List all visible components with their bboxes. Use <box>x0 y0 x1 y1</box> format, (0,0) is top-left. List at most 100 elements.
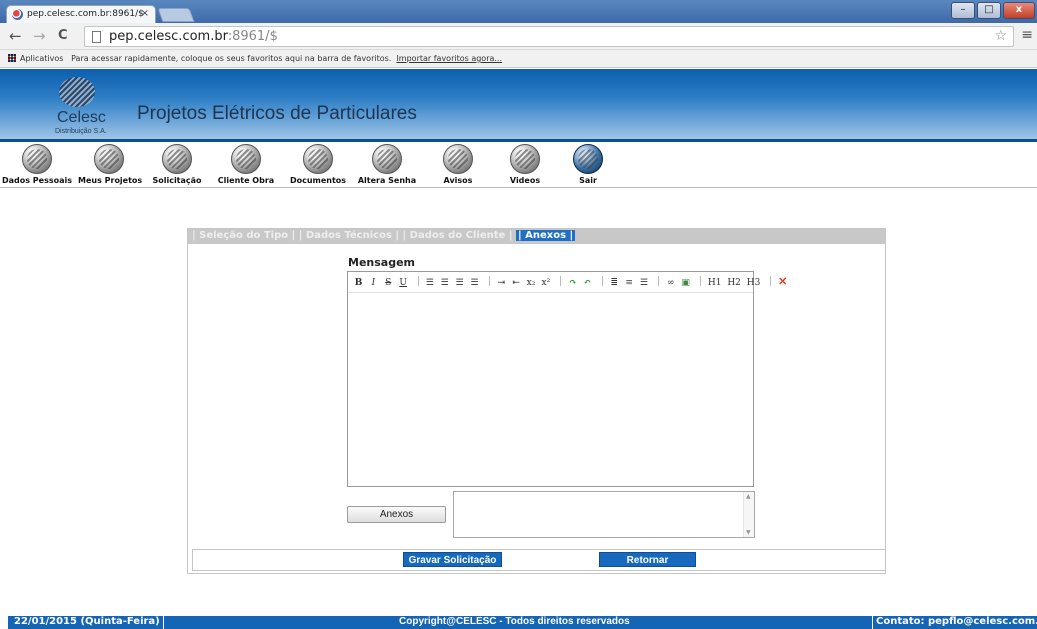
toolbar-separator <box>700 276 701 286</box>
form-actions: Gravar Solicitação Retornar <box>192 549 886 571</box>
minimize-button[interactable]: – <box>951 2 975 19</box>
editor-toolbar: B I S U ☰ ☰ ☰ ☰ ⇥ ⇤ x₂ x² ↷ ↶ ≣ ≡ ☰ ∞ ▣ … <box>348 272 787 293</box>
message-label: Mensagem <box>348 256 416 269</box>
remove-format-icon[interactable]: ✕ <box>778 275 787 288</box>
step-dados-cliente[interactable]: | Dados do Cliente | <box>403 230 513 241</box>
menu-item-altera-senha[interactable]: Altera Senha <box>355 144 419 185</box>
reload-icon[interactable]: C <box>58 28 68 44</box>
request-wizard: | Seleção do Tipo | | Dados Técnicos | |… <box>187 228 886 574</box>
heading-1-button[interactable]: H1 <box>708 278 722 288</box>
browser-titlebar: pep.celesc.com.br:8961/$ × – □ x <box>0 0 1037 23</box>
ordered-list-icon[interactable]: ≣ <box>610 278 619 288</box>
tab-title: pep.celesc.com.br:8961/$ <box>27 9 144 19</box>
site-title: Projetos Elétricos de Particulares <box>137 103 417 124</box>
step-selecao-tipo[interactable]: | Seleção do Tipo | <box>192 230 295 241</box>
toolbar-separator <box>560 276 562 286</box>
bookmarks-hint: Para acessar rapidamente, coloque os seu… <box>71 54 392 63</box>
subscript-button[interactable]: x₂ <box>527 278 536 288</box>
superscript-button[interactable]: x² <box>541 278 551 288</box>
align-justify-icon[interactable]: ☰ <box>470 278 479 288</box>
logo-name: Celesc <box>57 109 106 126</box>
footer-copyright: Copyright@CELESC - Todos direitos reserv… <box>399 616 630 627</box>
toolbar-separator <box>488 276 490 286</box>
unordered-list-icon[interactable]: ≡ <box>625 278 634 288</box>
heading-3-button[interactable]: H3 <box>747 278 761 288</box>
align-center-icon[interactable]: ☰ <box>440 278 449 288</box>
attachments-scrollbar[interactable]: ▲ ▼ <box>743 492 754 537</box>
outdent-icon[interactable]: ⇤ <box>512 278 521 288</box>
browser-menu-icon[interactable]: ≡ <box>1021 27 1033 43</box>
menu-ball-exit-icon <box>573 144 603 174</box>
new-tab-button[interactable] <box>157 8 195 22</box>
forward-arrow-icon[interactable]: → <box>33 28 46 44</box>
align-left-icon[interactable]: ☰ <box>425 278 434 288</box>
window-close-button[interactable]: x <box>1003 2 1035 19</box>
site-banner: Celesc Distribuição S.A. Projetos Elétri… <box>0 69 1037 142</box>
import-bookmarks-link[interactable]: Importar favoritos agora... <box>396 54 502 63</box>
wizard-steps: | Seleção do Tipo | | Dados Técnicos | |… <box>188 229 885 244</box>
menu-ball-icon <box>162 144 192 174</box>
scroll-down-icon[interactable]: ▼ <box>746 529 751 536</box>
bookmarks-bar: Aplicativos Para acessar rapidamente, co… <box>0 50 1037 68</box>
menu-ball-icon <box>22 144 52 174</box>
attachments-button[interactable]: Anexos <box>347 506 446 523</box>
image-icon[interactable]: ▣ <box>681 278 690 288</box>
back-arrow-icon[interactable]: ← <box>9 28 22 44</box>
footer-divider <box>163 616 164 629</box>
menu-item-dados-pessoais[interactable]: Dados Pessoais <box>0 144 74 185</box>
menu-item-cliente-obra[interactable]: Cliente Obra <box>215 144 277 185</box>
toolbar-separator <box>658 276 660 286</box>
tab-close-icon[interactable]: × <box>141 8 149 19</box>
menu-item-avisos[interactable]: Avisos <box>436 144 480 185</box>
back-button[interactable]: Retornar <box>599 552 696 567</box>
page-icon <box>92 31 101 43</box>
underline-button[interactable]: U <box>399 278 408 288</box>
align-right-icon[interactable]: ☰ <box>455 278 464 288</box>
apps-grid-icon <box>8 54 16 62</box>
step-anexos[interactable]: | Anexos | <box>515 230 576 241</box>
bold-button[interactable]: B <box>354 278 363 288</box>
attachments-list[interactable]: ▲ ▼ <box>453 491 755 538</box>
step-dados-tecnicos[interactable]: | Dados Técnicos | <box>299 230 399 241</box>
menu-item-videos[interactable]: Videos <box>503 144 547 185</box>
logo-subtitle: Distribuição S.A. <box>55 128 107 135</box>
menu-item-meus-projetos[interactable]: Meus Projetos <box>78 144 142 185</box>
undo-icon[interactable]: ↶ <box>583 278 592 288</box>
menu-ball-icon <box>303 144 333 174</box>
indent-icon[interactable]: ⇥ <box>497 278 506 288</box>
menu-item-solicitacao[interactable]: Solicitação <box>150 144 204 185</box>
toolbar-separator <box>770 276 772 286</box>
url-input[interactable]: pep.celesc.com.br:8961/$ <box>84 26 1014 47</box>
menu-ball-icon <box>231 144 261 174</box>
address-bar-row: ← → C pep.celesc.com.br:8961/$ ☆ ≡ <box>0 23 1037 50</box>
toolbar-separator <box>417 276 419 286</box>
strikethrough-button[interactable]: S <box>384 278 393 288</box>
menu-item-sair[interactable]: Sair <box>568 144 608 185</box>
link-icon[interactable]: ∞ <box>666 278 675 288</box>
menu-ball-icon <box>510 144 540 174</box>
menu-ball-icon <box>372 144 402 174</box>
celesc-logo-icon <box>59 77 95 107</box>
footer-divider <box>872 616 873 629</box>
menu-ball-icon <box>443 144 473 174</box>
redo-icon[interactable]: ↷ <box>568 278 577 288</box>
toolbar-separator <box>601 276 603 286</box>
footer-contact: Contato: pepflo@celesc.com.b <box>876 616 1037 627</box>
main-menu: Dados Pessoais Meus Projetos Solicitação… <box>0 142 1037 188</box>
maximize-button[interactable]: □ <box>977 2 1001 19</box>
page-footer: 22/01/2015 (Quinta-Feira) Copyright@CELE… <box>8 616 1037 629</box>
save-request-button[interactable]: Gravar Solicitação <box>403 552 502 567</box>
scroll-up-icon[interactable]: ▲ <box>746 493 751 500</box>
apps-link[interactable]: Aplicativos <box>20 54 63 63</box>
browser-tab[interactable]: pep.celesc.com.br:8961/$ × <box>6 5 156 23</box>
horizontal-rule-icon[interactable]: ☰ <box>640 278 649 288</box>
message-editor[interactable]: B I S U ☰ ☰ ☰ ☰ ⇥ ⇤ x₂ x² ↷ ↶ ≣ ≡ ☰ ∞ ▣ … <box>347 271 787 487</box>
favicon-icon <box>12 9 23 20</box>
menu-item-documentos[interactable]: Documentos <box>286 144 350 185</box>
heading-2-button[interactable]: H2 <box>727 278 741 288</box>
footer-date: 22/01/2015 (Quinta-Feira) <box>14 616 160 627</box>
menu-ball-icon <box>94 144 124 174</box>
italic-button[interactable]: I <box>369 278 378 288</box>
url-text: pep.celesc.com.br:8961/$ <box>109 29 278 44</box>
bookmark-star-icon[interactable]: ☆ <box>994 28 1007 44</box>
